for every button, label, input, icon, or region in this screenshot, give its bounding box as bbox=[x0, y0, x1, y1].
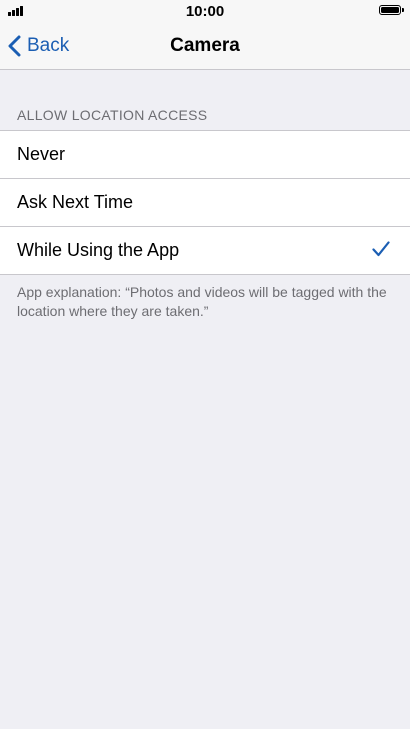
app-explanation-text: App explanation: “Photos and videos will… bbox=[17, 284, 387, 319]
option-label: While Using the App bbox=[17, 240, 180, 260]
battery-tip bbox=[402, 8, 404, 12]
checkmark-icon bbox=[372, 241, 390, 257]
back-button[interactable]: Back bbox=[8, 22, 69, 70]
option-never[interactable]: Never bbox=[0, 131, 410, 178]
status-bar: 10:00 bbox=[0, 0, 410, 22]
location-options-list: Never Ask Next Time While Using the App bbox=[0, 130, 410, 275]
option-while-using-the-app[interactable]: While Using the App bbox=[0, 226, 410, 274]
option-label: Ask Next Time bbox=[17, 192, 134, 212]
section-header: ALLOW LOCATION ACCESS bbox=[17, 107, 208, 123]
navigation-bar: Back Camera bbox=[0, 22, 410, 70]
option-ask-next-time[interactable]: Ask Next Time bbox=[0, 178, 410, 226]
chevron-left-icon bbox=[8, 35, 21, 57]
back-label: Back bbox=[27, 35, 70, 56]
status-time: 10:00 bbox=[185, 3, 225, 20]
battery-icon bbox=[379, 5, 401, 15]
option-label: Never bbox=[17, 144, 66, 164]
